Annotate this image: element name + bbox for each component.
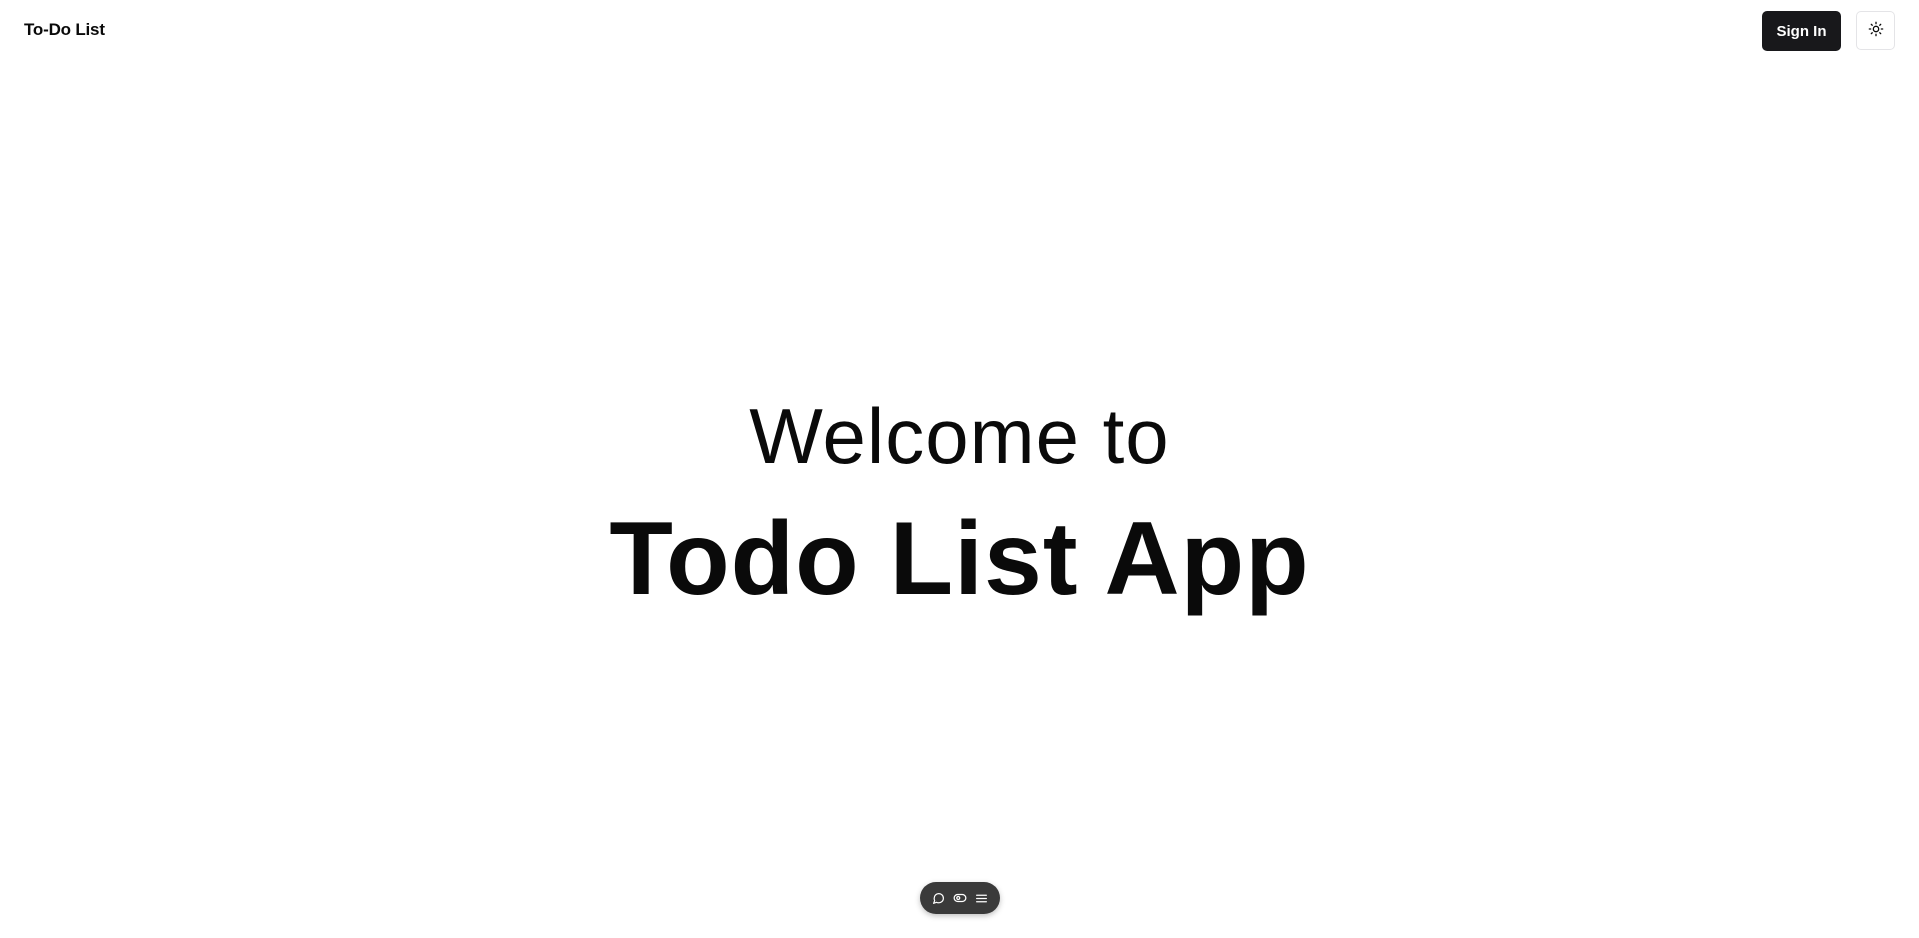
floating-toolbar bbox=[920, 882, 1000, 914]
menu-icon[interactable] bbox=[973, 889, 991, 907]
brand-link[interactable]: To-Do List bbox=[24, 20, 105, 40]
hero-title: Todo List App bbox=[609, 501, 1310, 617]
sun-icon bbox=[1868, 21, 1884, 40]
hero-subtitle: Welcome to bbox=[749, 392, 1170, 480]
top-bar: To-Do List Sign In bbox=[0, 0, 1919, 62]
toggle-icon[interactable] bbox=[951, 889, 969, 907]
theme-toggle-button[interactable] bbox=[1856, 11, 1895, 50]
chat-icon[interactable] bbox=[930, 889, 948, 907]
sign-in-button[interactable]: Sign In bbox=[1762, 11, 1841, 51]
hero-section: Welcome to Todo List App bbox=[0, 390, 1919, 624]
page: To-Do List Sign In Welcome to Todo List … bbox=[0, 0, 1919, 938]
